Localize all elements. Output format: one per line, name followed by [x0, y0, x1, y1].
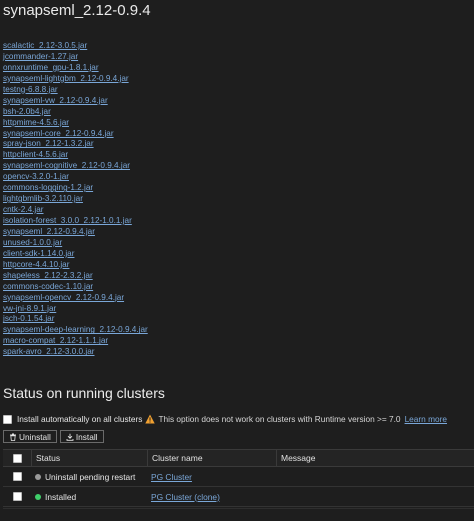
cluster-link[interactable]: PG Cluster (clone): [151, 492, 220, 502]
page-title: synapseml_2.12-0.9.4: [3, 2, 151, 19]
jar-link[interactable]: spark-avro_2.12-3.0.0.jar: [3, 347, 303, 358]
auto-install-row: Install automatically on all clusters Th…: [3, 413, 471, 425]
cluster-link[interactable]: PG Cluster: [151, 472, 192, 482]
runtime-warning-note: This option does not work on clusters wi…: [158, 414, 401, 424]
jar-link[interactable]: synapseml-core_2.12-0.9.4.jar: [3, 129, 303, 140]
row-select-cell: [3, 487, 31, 506]
uninstall-icon: [10, 433, 16, 441]
cluster-name-cell: PG Cluster: [147, 467, 276, 486]
clusters-section-title: Status on running clusters: [3, 385, 165, 401]
jar-link[interactable]: jcommander-1.27.jar: [3, 52, 303, 63]
uninstall-button-label: Uninstall: [19, 431, 51, 442]
jar-link[interactable]: client-sdk-1.14.0.jar: [3, 249, 303, 260]
select-all-checkbox[interactable]: [12, 453, 22, 463]
jar-link[interactable]: unused-1.0.0.jar: [3, 238, 303, 249]
table-row: Installed PG Cluster (clone): [3, 487, 474, 507]
message-column-header[interactable]: Message: [276, 450, 474, 466]
status-dot-icon: [35, 493, 41, 500]
status-cell: Installed: [31, 487, 147, 506]
jar-link[interactable]: synapseml-opencv_2.12-0.9.4.jar: [3, 293, 303, 304]
jar-link[interactable]: synapseml-cognitive_2.12-0.9.4.jar: [3, 161, 303, 172]
jar-link[interactable]: commons-logging-1.2.jar: [3, 183, 303, 194]
status-cell: Uninstall pending restart: [31, 467, 147, 486]
install-icon: [66, 433, 74, 441]
select-all-cell: [3, 450, 31, 466]
jar-link[interactable]: spray-json_2.12-1.3.2.jar: [3, 139, 303, 150]
jar-link[interactable]: httpmime-4.5.6.jar: [3, 118, 303, 129]
jar-link[interactable]: testng-6.8.8.jar: [3, 85, 303, 96]
message-cell: [276, 467, 474, 486]
jar-link[interactable]: macro-compat_2.12-1.1.1.jar: [3, 336, 303, 347]
table-header: Status Cluster name Message: [3, 449, 474, 467]
cluster-name-column-header[interactable]: Cluster name: [147, 450, 276, 466]
warning-triangle-icon: [145, 414, 156, 424]
learn-more-link[interactable]: Learn more: [405, 414, 447, 424]
status-text: Installed: [45, 491, 77, 502]
row-select-cell: [3, 467, 31, 486]
jar-link[interactable]: lightgbmlib-3.2.110.jar: [3, 194, 303, 205]
jar-link[interactable]: synapseml-lightgbm_2.12-0.9.4.jar: [3, 74, 303, 85]
jar-link[interactable]: vw-jni-8.9.1.jar: [3, 304, 303, 315]
jar-list: scalactic_2.12-3.0.5.jar jcommander-1.27.…: [3, 41, 303, 358]
jar-link[interactable]: onnxruntime_gpu-1.8.1.jar: [3, 63, 303, 74]
status-dot-icon: [35, 473, 41, 480]
jar-link[interactable]: shapeless_2.12-2.3.2.jar: [3, 271, 303, 282]
install-button-label: Install: [75, 431, 98, 442]
jar-link[interactable]: httpcore-4.4.10.jar: [3, 260, 303, 271]
status-text: Uninstall pending restart: [45, 471, 136, 482]
table-row: Uninstall pending restart PG Cluster: [3, 467, 474, 487]
uninstall-button[interactable]: Uninstall: [3, 430, 57, 443]
install-actions: Uninstall Install: [3, 430, 104, 443]
cluster-status-table: Status Cluster name Message Uninstall pe…: [3, 449, 474, 507]
status-column-header[interactable]: Status: [31, 450, 147, 466]
jar-link[interactable]: synapseml-deep-learning_2.12-0.9.4.jar: [3, 325, 303, 336]
jar-link[interactable]: bsh-2.0b4.jar: [3, 107, 303, 118]
jar-link[interactable]: scalactic_2.12-3.0.5.jar: [3, 41, 303, 52]
auto-install-checkbox[interactable]: [3, 414, 12, 424]
library-details-page: synapseml_2.12-0.9.4 scalactic_2.12-3.0.…: [0, 0, 474, 520]
jar-link[interactable]: jsch-0.1.54.jar: [3, 314, 303, 325]
jar-link[interactable]: synapseml-vw_2.12-0.9.4.jar: [3, 96, 303, 107]
message-cell: [276, 487, 474, 506]
jar-link[interactable]: isolation-forest_3.0.0_2.12-1.0.1.jar: [3, 216, 303, 227]
jar-link[interactable]: opencv-3.2.0-1.jar: [3, 172, 303, 183]
jar-link[interactable]: synapseml_2.12-0.9.4.jar: [3, 227, 303, 238]
jar-link[interactable]: commons-codec-1.10.jar: [3, 282, 303, 293]
table-footer-divider: [3, 508, 474, 521]
cluster-name-cell: PG Cluster (clone): [147, 487, 276, 506]
row-checkbox[interactable]: [12, 472, 22, 481]
auto-install-label[interactable]: Install automatically on all clusters: [17, 414, 142, 424]
row-checkbox[interactable]: [12, 492, 22, 501]
jar-link[interactable]: httpclient-4.5.6.jar: [3, 150, 303, 161]
install-button[interactable]: Install: [59, 430, 104, 443]
jar-link[interactable]: cntk-2.4.jar: [3, 205, 303, 216]
